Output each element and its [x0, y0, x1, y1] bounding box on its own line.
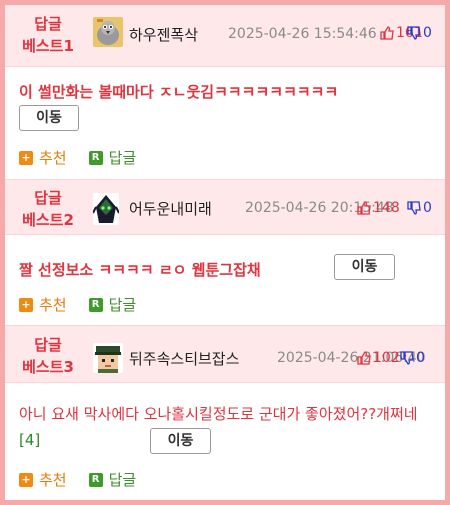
- rank-line-1: 답글: [34, 189, 62, 207]
- downvote-number: 0: [423, 200, 432, 216]
- dark-hooded-avatar-icon[interactable]: [93, 193, 119, 225]
- move-button[interactable]: 이동: [150, 428, 211, 454]
- reply-label: 답글: [108, 471, 137, 489]
- upvote-number: 102: [373, 350, 400, 366]
- reply-title-text: 아니 요새 막사에다 오나홀시킬정도로 군대가 좋아졌어??개쩌네: [19, 405, 418, 423]
- downvote-count[interactable]: 0: [407, 25, 432, 41]
- reply-icon: R: [88, 472, 103, 487]
- nickname[interactable]: 하우젠폭삭: [129, 24, 198, 45]
- thumbs-up-icon: [380, 26, 394, 40]
- recommend-label: 추천: [39, 296, 67, 314]
- rank-line-2: 베스트3: [22, 358, 74, 376]
- reply-icon: R: [88, 297, 103, 312]
- upvote-count[interactable]: 148: [357, 200, 400, 216]
- pigeon-avatar-icon[interactable]: [93, 17, 123, 47]
- upvote-count[interactable]: 102: [357, 350, 400, 366]
- post-date: 2025-04-26 15:54:46: [228, 26, 377, 42]
- reply-button[interactable]: R 답글: [88, 469, 137, 490]
- move-button[interactable]: 이동: [19, 105, 79, 131]
- downvote-count[interactable]: 0: [400, 350, 425, 366]
- upvote-number: 148: [373, 200, 400, 216]
- thumbs-up-icon: [357, 351, 371, 365]
- nickname[interactable]: 뒤주속스티브잡스: [129, 348, 239, 369]
- best-rank-label: 답글 베스트2: [5, 187, 91, 231]
- reply-icon: R: [88, 150, 103, 165]
- reply-count-badge: [4]: [19, 431, 41, 449]
- best-reply-header-1: 답글 베스트1 하우젠폭삭 2025-04-26 15:54:46 161 0: [5, 5, 445, 67]
- move-button[interactable]: 이동: [334, 254, 395, 280]
- thumbs-up-icon: [357, 201, 371, 215]
- recommend-button[interactable]: + 추천: [19, 294, 67, 315]
- reply-title[interactable]: 짤 선정보소 ㅋㅋㅋㅋ ㄹㅇ 웹툰그잡채: [19, 259, 261, 280]
- reply-title[interactable]: 아니 요새 막사에다 오나홀시킬정도로 군대가 좋아졌어??개쩌네 [4]: [19, 401, 439, 453]
- reply-label: 답글: [108, 296, 137, 314]
- downvote-number: 0: [423, 25, 432, 41]
- reply-button[interactable]: R 답글: [88, 147, 137, 168]
- reply-actions: + 추천 R 답글: [19, 469, 158, 490]
- thumbs-down-icon: [407, 201, 421, 215]
- downvote-count[interactable]: 0: [407, 200, 432, 216]
- rank-line-1: 답글: [34, 336, 62, 354]
- reply-label: 답글: [108, 149, 137, 167]
- best-replies-panel: 답글 베스트1 하우젠폭삭 2025-04-26 15:54:46 161 0 …: [0, 0, 450, 505]
- plus-icon: +: [19, 297, 33, 312]
- recommend-label: 추천: [39, 471, 67, 489]
- rank-line-2: 베스트1: [22, 37, 74, 55]
- reply-actions: + 추천 R 답글: [19, 147, 158, 168]
- plus-icon: +: [19, 472, 33, 487]
- recommend-label: 추천: [39, 149, 67, 167]
- reply-button[interactable]: R 답글: [88, 294, 137, 315]
- best-rank-label: 답글 베스트3: [5, 334, 91, 378]
- thumbs-down-icon: [407, 26, 421, 40]
- recommend-button[interactable]: + 추천: [19, 147, 67, 168]
- best-rank-label: 답글 베스트1: [5, 13, 91, 57]
- pixel-soldier-avatar-icon[interactable]: [93, 343, 123, 373]
- reply-actions: + 추천 R 답글: [19, 294, 158, 315]
- downvote-number: 0: [416, 350, 425, 366]
- plus-icon: +: [19, 150, 33, 165]
- reply-title[interactable]: 이 썰만화는 볼때마다 ㅈㄴ웃김ㅋㅋㅋㅋㅋㅋㅋㅋㅋ: [19, 81, 338, 102]
- rank-line-2: 베스트2: [22, 211, 74, 229]
- thumbs-down-icon: [400, 351, 414, 365]
- nickname[interactable]: 어두운내미래: [129, 198, 212, 219]
- recommend-button[interactable]: + 추천: [19, 469, 67, 490]
- rank-line-1: 답글: [34, 15, 62, 33]
- best-reply-header-3: 답글 베스트3 뒤주속스티브잡스 2025-04-26 21:06:40 102: [5, 325, 445, 383]
- best-reply-header-2: 답글 베스트2 어두운내미래 2025-04-26 20:15:48 148 0: [5, 179, 445, 235]
